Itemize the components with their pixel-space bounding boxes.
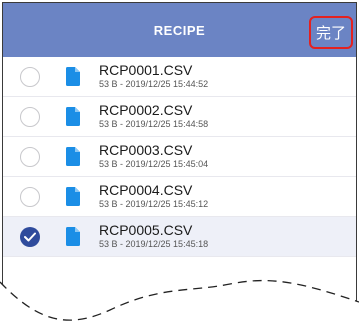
file-icon xyxy=(66,187,80,206)
select-radio[interactable] xyxy=(20,67,40,87)
list-item[interactable]: RCP0002.CSV 53 B - 2019/12/25 15:44:58 xyxy=(3,97,356,137)
file-meta: 53 B - 2019/12/25 15:44:52 xyxy=(99,79,209,89)
file-icon xyxy=(66,227,80,246)
file-name: RCP0001.CSV xyxy=(99,62,193,78)
checkmark-icon xyxy=(24,232,36,242)
file-icon xyxy=(66,107,80,126)
list-item[interactable]: RCP0004.CSV 53 B - 2019/12/25 15:45:12 xyxy=(3,177,356,217)
select-radio[interactable] xyxy=(20,107,40,127)
nav-bar: RECIPE 完了 xyxy=(3,3,356,57)
file-icon xyxy=(66,67,80,86)
select-radio[interactable] xyxy=(20,227,40,247)
screenshot-frame: RECIPE 完了 RCP0001.CSV 53 B - 2019/12/25 … xyxy=(0,0,359,329)
list-item[interactable]: RCP0003.CSV 53 B - 2019/12/25 15:45:04 xyxy=(3,137,356,177)
file-name: RCP0003.CSV xyxy=(99,142,193,158)
file-meta: 53 B - 2019/12/25 15:44:58 xyxy=(99,119,209,129)
file-meta: 53 B - 2019/12/25 15:45:18 xyxy=(99,239,209,249)
list-item[interactable]: RCP0005.CSV 53 B - 2019/12/25 15:45:18 xyxy=(3,217,356,257)
select-radio[interactable] xyxy=(20,147,40,167)
file-name: RCP0004.CSV xyxy=(99,182,193,198)
file-list: RCP0001.CSV 53 B - 2019/12/25 15:44:52 R… xyxy=(3,57,356,257)
file-name: RCP0002.CSV xyxy=(99,102,193,118)
list-item[interactable]: RCP0001.CSV 53 B - 2019/12/25 15:44:52 xyxy=(3,57,356,97)
select-radio[interactable] xyxy=(20,187,40,207)
torn-edge-divider xyxy=(0,279,359,329)
done-button[interactable]: 完了 xyxy=(309,16,353,49)
file-name: RCP0005.CSV xyxy=(99,222,193,238)
file-meta: 53 B - 2019/12/25 15:45:12 xyxy=(99,199,209,209)
page-title: RECIPE xyxy=(153,22,206,38)
file-icon xyxy=(66,147,80,166)
file-meta: 53 B - 2019/12/25 15:45:04 xyxy=(99,159,209,169)
